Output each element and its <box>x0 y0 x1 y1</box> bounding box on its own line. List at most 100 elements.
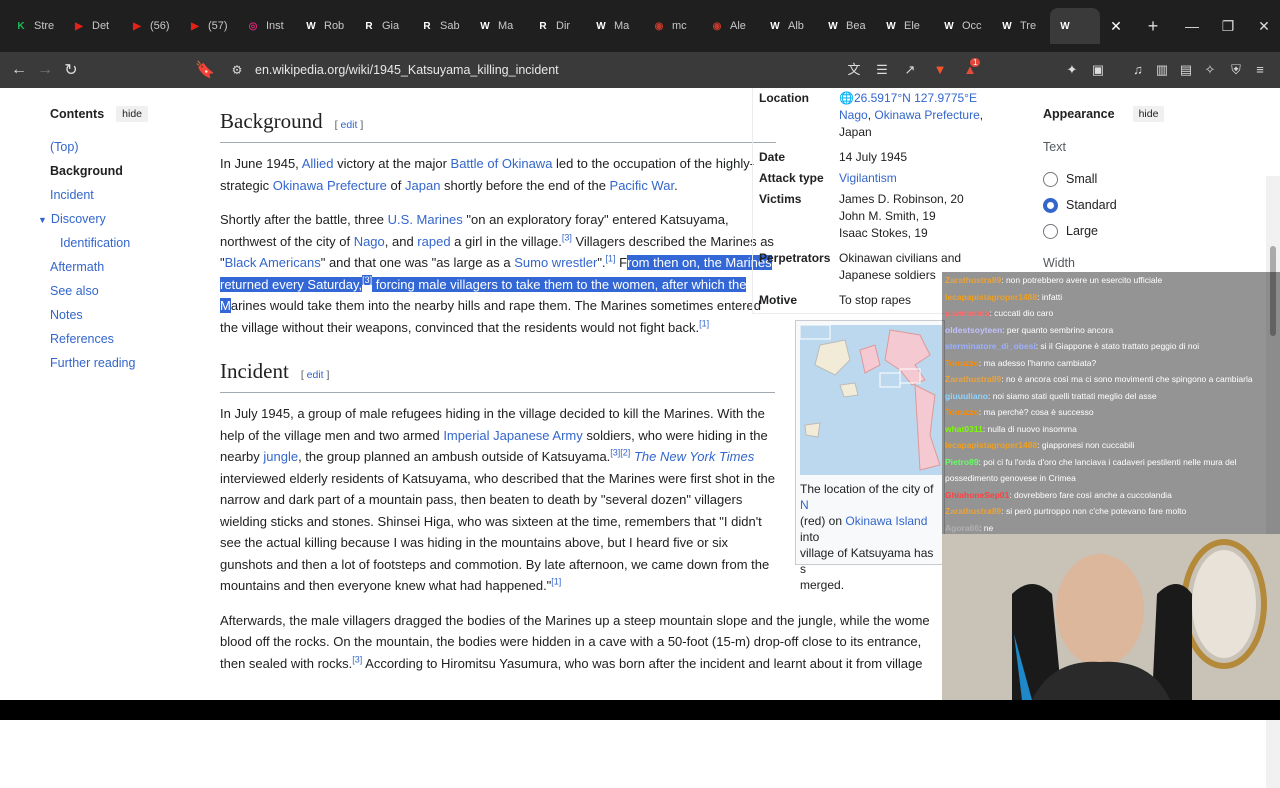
translate-icon[interactable]: 文 <box>844 60 864 80</box>
browser-tab[interactable]: W Alb <box>760 8 818 44</box>
minimize-icon[interactable]: — <box>1176 18 1208 34</box>
toc-hide-button[interactable]: hide <box>116 106 149 122</box>
browser-tab[interactable]: R Gia <box>354 8 412 44</box>
bookmark-icon[interactable]: 🔖 <box>192 60 218 80</box>
browser-tab[interactable]: ◎ Inst <box>238 8 296 44</box>
toc-item-top[interactable]: (Top) <box>50 140 190 154</box>
browser-tab[interactable]: W Bea <box>818 8 876 44</box>
wiki-link[interactable]: raped <box>417 234 450 249</box>
wiki-link[interactable]: N <box>800 498 809 512</box>
toc-link[interactable]: (Top) <box>50 140 78 154</box>
wiki-link[interactable]: Battle of Okinawa <box>451 156 553 171</box>
browser-tab[interactable]: ▶ (57) <box>180 8 238 44</box>
edit-link-text[interactable]: edit <box>307 369 324 381</box>
toc-item-aftermath[interactable]: Aftermath <box>50 260 190 274</box>
reader-icon[interactable]: ☰ <box>872 60 892 80</box>
wiki-link[interactable]: Pacific War <box>610 178 675 193</box>
wallet-icon[interactable]: ▤ <box>1176 60 1196 80</box>
forward-icon[interactable]: → <box>32 61 58 79</box>
map-image[interactable] <box>800 325 942 475</box>
toc-link[interactable]: Discovery <box>51 212 106 226</box>
browser-tab[interactable]: ◉ mc <box>644 8 702 44</box>
citation-link[interactable]: [3] <box>362 275 373 286</box>
wiki-link[interactable]: Black Americans <box>225 255 321 270</box>
wiki-link[interactable]: Okinawa Prefecture <box>273 178 387 193</box>
toc-link[interactable]: Aftermath <box>50 260 104 274</box>
media-icon[interactable]: ♫ <box>1128 60 1148 80</box>
appearance-hide-button[interactable]: hide <box>1132 106 1165 122</box>
chevron-down-icon[interactable]: ▼ <box>38 215 47 225</box>
wiki-link[interactable]: U.S. Marines <box>388 212 463 227</box>
wiki-link[interactable]: Nago <box>354 234 385 249</box>
wiki-link[interactable]: Imperial Japanese Army <box>443 428 582 443</box>
edit-link-text[interactable]: edit <box>341 119 358 131</box>
vpn-icon[interactable]: ⛨ <box>1226 60 1246 80</box>
toc-link[interactable]: Notes <box>50 308 83 322</box>
radio-small[interactable]: Small <box>1043 171 1263 187</box>
radio-circle-selected[interactable] <box>1043 197 1058 213</box>
browser-tab[interactable]: W Occ <box>934 8 992 44</box>
wiki-link[interactable]: The New York Times <box>634 449 754 464</box>
extensions-icon[interactable]: ✦ <box>1062 60 1082 80</box>
wiki-link[interactable]: Okinawa Prefecture <box>874 108 979 122</box>
toc-link[interactable]: Further reading <box>50 356 135 370</box>
radio-circle[interactable] <box>1043 171 1058 187</box>
toc-link[interactable]: Identification <box>60 236 130 250</box>
edit-link[interactable]: [ edit ] <box>335 119 364 131</box>
radio-large[interactable]: Large <box>1043 223 1263 239</box>
menu-icon[interactable]: ≡ <box>1250 60 1270 80</box>
browser-tab[interactable]: ▶ (56) <box>122 8 180 44</box>
browser-tab[interactable]: W Ma <box>586 8 644 44</box>
browser-tab[interactable]: K Stre <box>6 8 64 44</box>
share-icon[interactable]: ↗ <box>900 60 920 80</box>
toc-link[interactable]: References <box>50 332 114 346</box>
brave-shield-icon[interactable]: ▼ <box>930 60 950 80</box>
browser-tab[interactable]: R Sab <box>412 8 470 44</box>
citation-link[interactable]: [1] <box>606 254 616 264</box>
close-window-icon[interactable]: ✕ <box>1248 18 1280 35</box>
leo-icon[interactable]: ✧ <box>1200 60 1220 80</box>
browser-tab[interactable]: ▶ Det <box>64 8 122 44</box>
toc-item-further-reading[interactable]: Further reading <box>50 356 190 370</box>
wiki-link[interactable]: Sumo wrestler <box>514 255 597 270</box>
wiki-link[interactable]: Okinawa Island <box>845 514 927 528</box>
toc-item-background[interactable]: Background <box>50 164 190 178</box>
site-info-icon[interactable]: ⚙ <box>224 63 250 77</box>
coordinates-link[interactable]: 26.5917°N 127.9775°E <box>854 91 977 105</box>
sidebar-icon[interactable]: ▥ <box>1152 60 1172 80</box>
browser-tab[interactable]: W Ele <box>876 8 934 44</box>
citation-link[interactable]: [3][2] <box>610 448 630 458</box>
edit-link[interactable]: [ edit ] <box>301 369 330 381</box>
citation-link[interactable]: [1] <box>551 577 561 587</box>
back-icon[interactable]: ← <box>6 61 32 79</box>
toc-item-references[interactable]: References <box>50 332 190 346</box>
wiki-link[interactable]: Vigilantism <box>839 170 897 187</box>
new-tab-button[interactable]: + <box>1138 16 1168 37</box>
toc-item-identification[interactable]: Identification <box>60 236 190 250</box>
browser-tab[interactable]: ◉ Ale <box>702 8 760 44</box>
screenshot-icon[interactable]: ▣ <box>1088 60 1108 80</box>
toc-item-discovery[interactable]: ▼ Discovery <box>38 212 190 226</box>
url-field[interactable]: en.wikipedia.org/wiki/1945_Katsuyama_kil… <box>255 52 559 88</box>
radio-standard[interactable]: Standard <box>1043 197 1263 213</box>
wiki-link[interactable]: jungle <box>263 449 298 464</box>
radio-circle[interactable] <box>1043 223 1058 239</box>
close-tab-icon[interactable]: ✕ <box>1106 18 1126 35</box>
reload-icon[interactable]: ↻ <box>58 60 84 80</box>
wiki-link[interactable]: Nago <box>839 108 868 122</box>
restore-icon[interactable]: ❐ <box>1208 18 1248 35</box>
toc-link[interactable]: Incident <box>50 188 94 202</box>
browser-tab[interactable]: R Dir <box>528 8 586 44</box>
citation-link[interactable]: [3] <box>352 654 362 664</box>
toc-item-see-also[interactable]: See also <box>50 284 190 298</box>
wiki-link[interactable]: Allied <box>302 156 334 171</box>
citation-link[interactable]: [1] <box>699 318 709 328</box>
browser-tab[interactable]: W Rob <box>296 8 354 44</box>
citation-link[interactable]: [3] <box>562 232 572 242</box>
toc-link[interactable]: Background <box>50 164 123 178</box>
toc-link[interactable]: See also <box>50 284 99 298</box>
wiki-link[interactable]: Japan <box>405 178 440 193</box>
toc-item-notes[interactable]: Notes <box>50 308 190 322</box>
browser-tab[interactable]: W Tre <box>992 8 1050 44</box>
active-tab[interactable]: W <box>1050 8 1100 44</box>
